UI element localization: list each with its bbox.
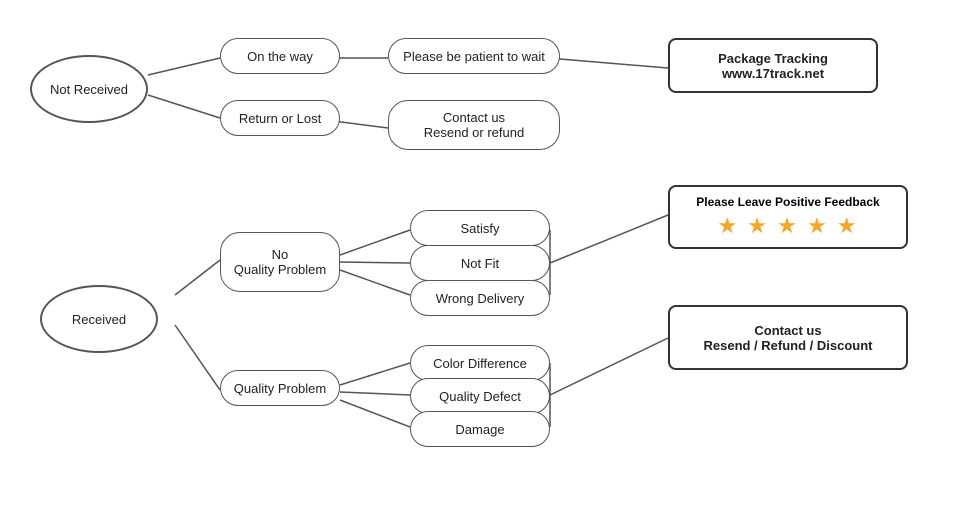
package-tracking-node: Package Tracking www.17track.net [668, 38, 878, 93]
received-node: Received [40, 285, 158, 353]
color-difference-node: Color Difference [410, 345, 550, 381]
not-received-node: Not Received [30, 55, 148, 123]
contact-us-resend-refund-discount-node: Contact us Resend / Refund / Discount [668, 305, 908, 370]
on-the-way-node: On the way [220, 38, 340, 74]
flowchart-diagram: Not Received On the way Return or Lost P… [0, 0, 960, 513]
contact-us-resend-refund-node: Contact us Resend or refund [388, 100, 560, 150]
feedback-title: Please Leave Positive Feedback [682, 195, 894, 209]
no-quality-problem-node: No Quality Problem [220, 232, 340, 292]
please-be-patient-node: Please be patient to wait [388, 38, 560, 74]
feedback-stars: ★ ★ ★ ★ ★ [682, 213, 894, 239]
please-leave-feedback-box: Please Leave Positive Feedback ★ ★ ★ ★ ★ [668, 185, 908, 249]
wrong-delivery-node: Wrong Delivery [410, 280, 550, 316]
return-or-lost-node: Return or Lost [220, 100, 340, 136]
quality-defect-node: Quality Defect [410, 378, 550, 414]
damage-node: Damage [410, 411, 550, 447]
quality-problem-node: Quality Problem [220, 370, 340, 406]
satisfy-node: Satisfy [410, 210, 550, 246]
not-fit-node: Not Fit [410, 245, 550, 281]
